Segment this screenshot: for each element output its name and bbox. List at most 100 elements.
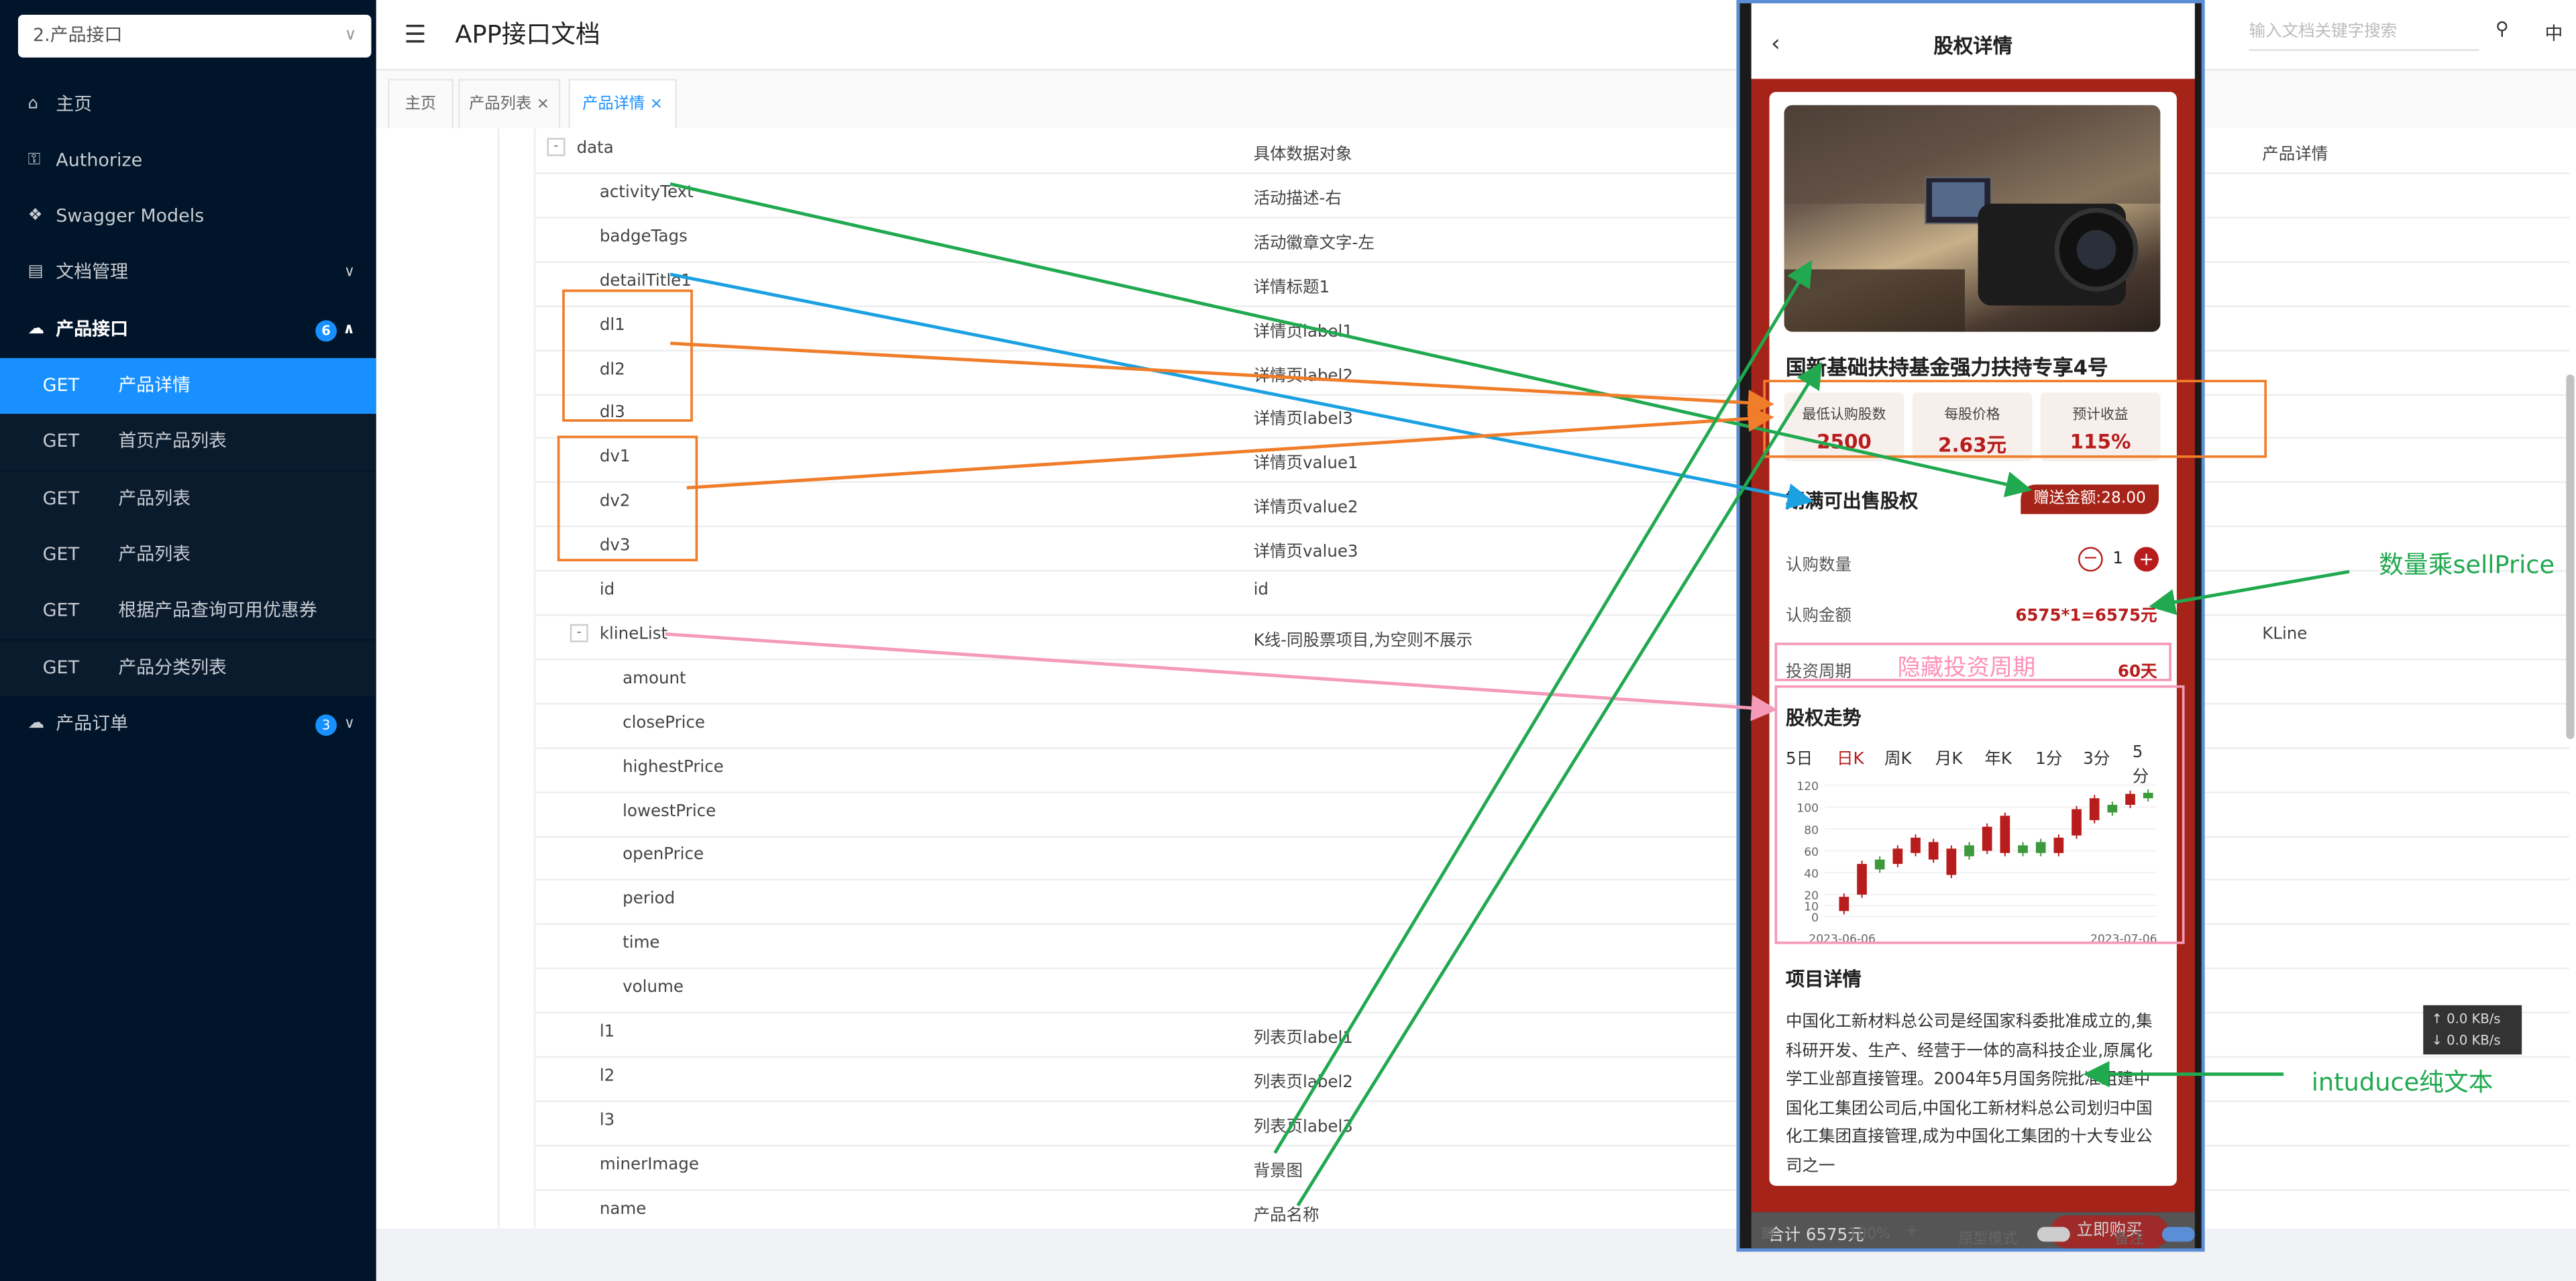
table-row: dv2 详情页value2 [533, 482, 2570, 528]
search-icon[interactable]: ⚲ [2496, 18, 2509, 40]
doc-search-input[interactable]: 输入文档关键字搜索 [2249, 16, 2479, 51]
phone-body: 国新基础扶持基金强力扶持专享4号 最低认购股数 2500 每股价格 2.63元 … [1751, 78, 2195, 1213]
project-select-value: 2.产品接口 [32, 24, 123, 46]
cloud-icon: ☁ [28, 714, 45, 733]
project-select[interactable]: 2.产品接口 ∨ [17, 15, 372, 58]
candle [2035, 842, 2046, 853]
table-row: minerImage 背景图 [533, 1144, 2570, 1190]
param-name: dl3 [599, 404, 625, 423]
candle [2018, 845, 2028, 853]
endpoint-home-products[interactable]: GET 首页产品列表 [0, 414, 376, 470]
table-row: l3 列表页label3 [533, 1100, 2570, 1146]
page-title: APP接口文档 [455, 19, 600, 50]
scrollbar[interactable] [2566, 374, 2575, 740]
endpoint-label: 根据产品查询可用优惠券 [118, 599, 317, 621]
http-method: GET [42, 657, 80, 679]
param-description: 详情页value2 [1253, 499, 1358, 518]
param-schema: 产品详情 [2262, 146, 2328, 164]
y-tick-label: 100 [1796, 802, 1819, 816]
sidebar-item-home[interactable]: ⌂ 主页 [0, 77, 376, 133]
kline-tab[interactable]: 3分 [2083, 744, 2110, 769]
chevron-up-icon: ∧ [343, 322, 355, 339]
product-title: 国新基础扶持基金强力扶持专享4号 [1786, 354, 2108, 380]
chevron-down-icon: ∨ [344, 26, 357, 45]
close-icon[interactable]: × [650, 95, 663, 113]
note-toggle[interactable] [2161, 1227, 2195, 1242]
param-schema: KLine [2262, 625, 2308, 644]
param-name: dv1 [599, 449, 631, 467]
kline-tab[interactable]: 周K [1884, 744, 1912, 769]
endpoint-product-list[interactable]: GET 产品列表 [0, 471, 376, 528]
table-row: l1 列表页label1 [533, 1012, 2570, 1058]
mode-label: 原型模式 [1958, 1231, 2018, 1249]
intro-title: 项目详情 [1786, 967, 1862, 991]
x-start-label: 2023-06-06 [1809, 933, 1876, 946]
y-tick-label: 120 [1796, 780, 1819, 793]
sidebar-item-swagger-models[interactable]: ❖ Swagger Models [0, 189, 376, 245]
note-label: 备注 [2114, 1231, 2144, 1249]
endpoint-coupons[interactable]: GET 根据产品查询可用优惠券 [0, 583, 376, 639]
stat-yield: 预计收益 115% [2040, 392, 2161, 462]
phone-preview: ‹ 股权详情 国新基础扶持基金强力扶持专享4号 最低认购股数 2500 每股价格… [1736, 0, 2205, 1252]
annotation-hide-period: 隐藏投资周期 [1897, 655, 2036, 682]
table-row: - data 具体数据对象 产品详情 [533, 128, 2570, 174]
endpoint-product-detail[interactable]: GET 产品详情 [0, 357, 376, 414]
amount-value: 6575*1=6575元 [2015, 608, 2157, 626]
count-badge: 6 [315, 320, 337, 342]
endpoint-categories[interactable]: GET 产品分类列表 [0, 640, 376, 697]
plus-button[interactable]: + [2134, 547, 2159, 572]
endpoint-label: 产品详情 [118, 374, 191, 396]
upload-speed: ↑ 0.0 KB/s [2431, 1011, 2501, 1027]
quantity-row: 认购数量 − 1 + [1786, 547, 2159, 575]
param-name: l1 [599, 1023, 615, 1042]
table-row: id id [533, 570, 2570, 616]
sidebar-group-label: 产品接口 [56, 319, 129, 340]
kline-tab[interactable]: 日K [1837, 744, 1864, 769]
grid-icon[interactable]: ▦ [1761, 1225, 1775, 1241]
table-row: activityText 活动描述-右 [533, 172, 2570, 219]
close-icon[interactable]: × [537, 95, 550, 113]
period-value: 60天 [2117, 663, 2157, 682]
tab-home[interactable]: 主页 [387, 78, 453, 129]
camera-scene-illustration [1784, 105, 2161, 332]
http-method: GET [42, 599, 80, 621]
table-row: name 产品名称 [533, 1188, 2570, 1235]
kline-chart: 010204060801001202023-06-06 2023-07-06 [1796, 780, 2157, 946]
quantity-label: 认购数量 [1786, 557, 1852, 575]
stat-value: 2.63元 [1938, 433, 2006, 457]
kline-tab[interactable]: 月K [1935, 744, 1963, 769]
tab-bar: 主页 产品列表 × 产品详情 × [376, 70, 2576, 130]
intro-text: 中国化工新材料总公司是经国家科委批准成立的,集科研开发、生产、经营于一体的高科技… [1786, 1013, 2153, 1176]
param-description: 详情页value1 [1253, 455, 1358, 474]
kline-tab[interactable]: 5日 [1786, 744, 1813, 769]
http-method: GET [42, 488, 80, 510]
tab-label: 主页 [405, 95, 437, 113]
kline-tab[interactable]: 年K [1984, 744, 2012, 769]
candle [1928, 842, 1939, 860]
mode-toggle[interactable] [2037, 1227, 2070, 1242]
param-description: 活动徽章文字-左 [1253, 234, 1375, 253]
zoom-in-icon[interactable]: + [1906, 1223, 1918, 1239]
endpoint-label: 首页产品列表 [118, 430, 227, 452]
minus-button[interactable]: − [2078, 547, 2103, 572]
sidebar-item-docs[interactable]: ▤ 文档管理 ∨ [0, 245, 376, 300]
endpoint-product-list-2[interactable]: GET 产品列表 [0, 527, 376, 583]
http-method: GET [42, 430, 80, 452]
table-row: badgeTags 活动徽章文字-左 [533, 217, 2570, 263]
endpoint-label: 产品分类列表 [118, 657, 227, 679]
candle [1946, 848, 1957, 875]
menu-fold-icon[interactable]: ☰ [404, 19, 426, 49]
param-description: 详情页label1 [1253, 323, 1353, 341]
sidebar: 2.产品接口 ∨ ⌂ 主页 ⚿ Authorize ❖ Swagger Mode… [0, 0, 376, 1281]
phone-header: ‹ 股权详情 [1751, 3, 2195, 79]
collapse-toggle[interactable]: - [570, 624, 588, 643]
tab-product-detail[interactable]: 产品详情 × [568, 78, 677, 129]
sidebar-item-authorize[interactable]: ⚿ Authorize [0, 133, 376, 188]
http-method: GET [42, 543, 80, 565]
language-switch[interactable]: 中 [2544, 19, 2563, 46]
sidebar-group-orders[interactable]: ☁ 产品订单 3 ∨ [0, 696, 376, 752]
sidebar-group-products[interactable]: ☁ 产品接口 6 ∧ [0, 302, 376, 358]
tab-product-list[interactable]: 产品列表 × [458, 78, 561, 129]
kline-tab[interactable]: 1分 [2035, 744, 2062, 769]
collapse-toggle[interactable]: - [547, 137, 566, 156]
